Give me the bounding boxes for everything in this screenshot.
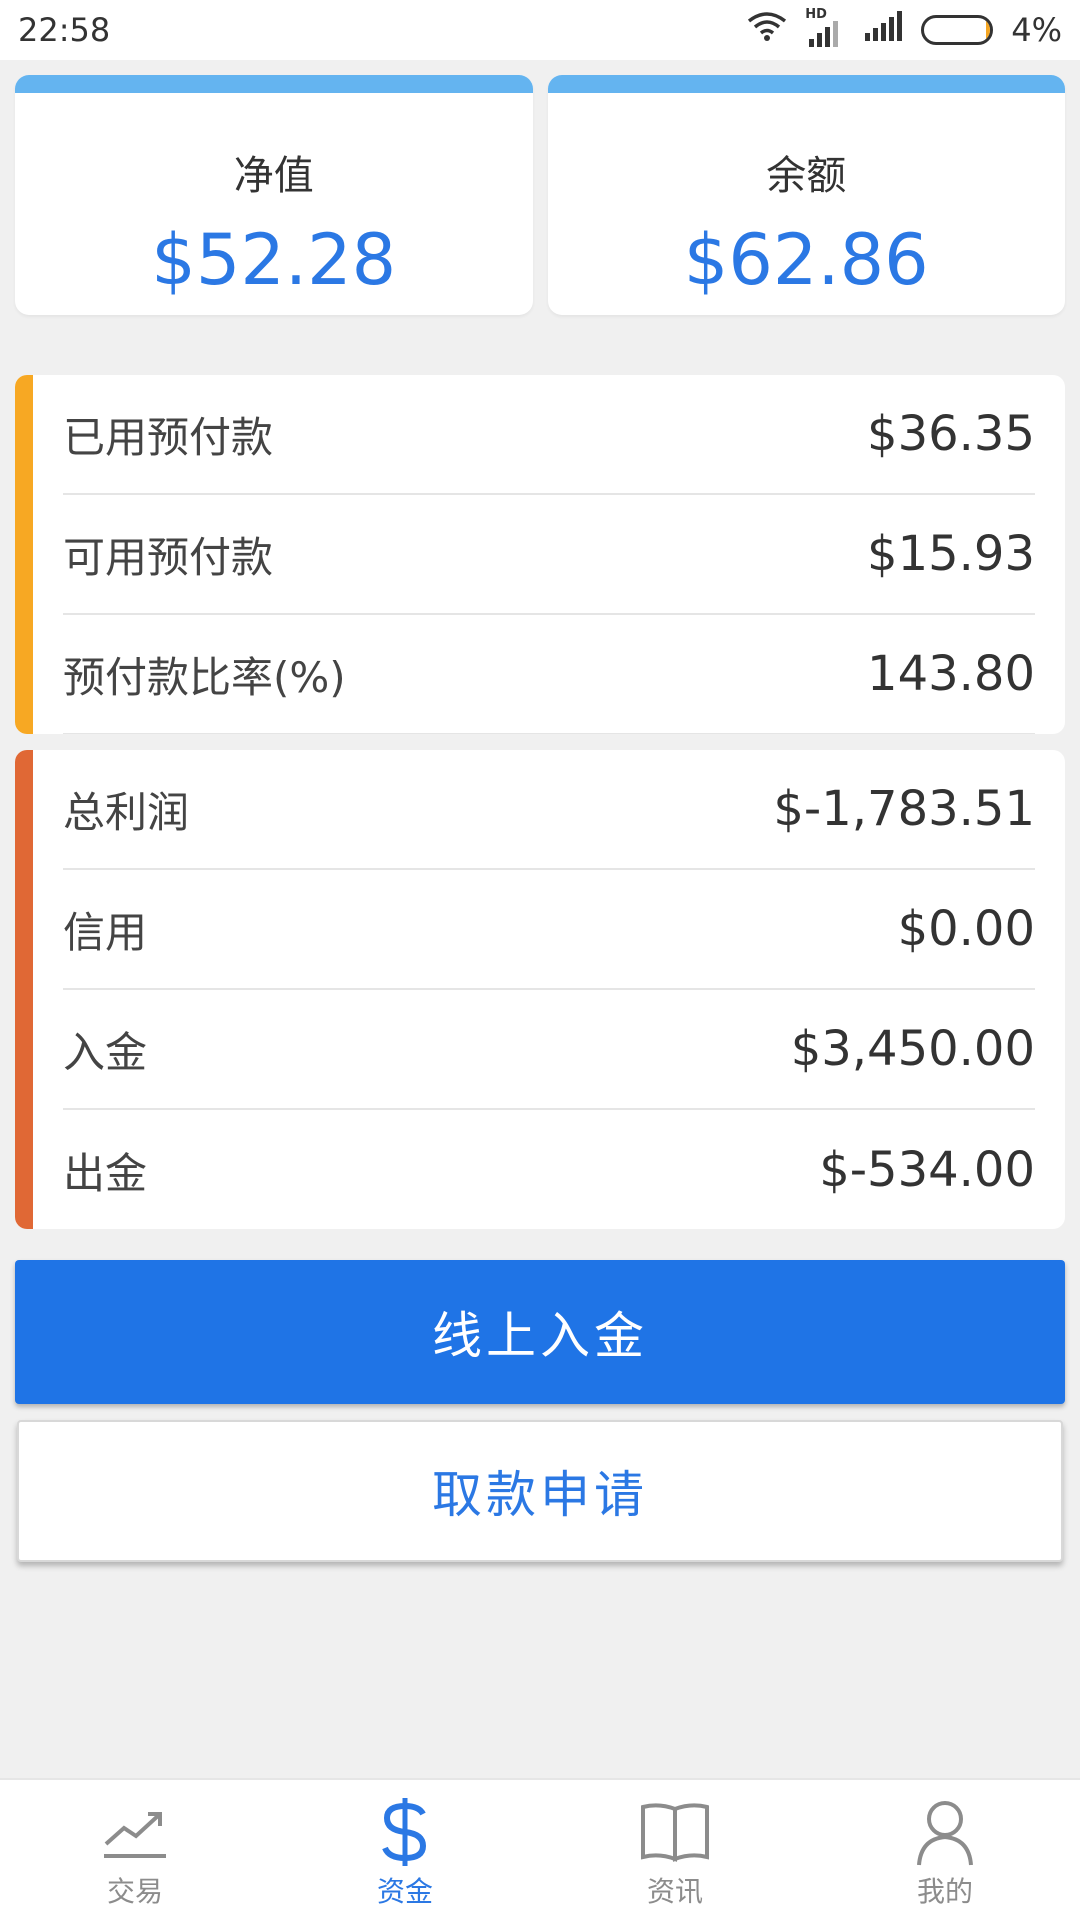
row-value: $15.93 (867, 526, 1035, 582)
balance-label: 余额 (766, 153, 847, 199)
balance-amount: $62.86 (683, 219, 929, 301)
net-value-label: 净值 (233, 153, 314, 199)
margin-group: 已用预付款 $36.35 可用预付款 $15.93 预付款比率(%) 143.8… (15, 375, 1065, 734)
list-item-credit: 信用 $0.00 (63, 870, 1035, 990)
group-accent-bar (15, 375, 33, 734)
row-value: $-534.00 (819, 1142, 1035, 1198)
bottom-tab-bar: 交易 资金 资讯 我的 (0, 1778, 1080, 1920)
status-icons: HD 4% (747, 7, 1062, 49)
dollar-icon (365, 1796, 445, 1868)
tab-trade[interactable]: 交易 (0, 1780, 270, 1920)
balance-card: 余额 $62.86 (547, 75, 1065, 315)
row-label: 信用 (63, 907, 148, 957)
list-item-total-profit: 总利润 $-1,783.51 (63, 750, 1035, 870)
tab-label: 资金 (376, 1875, 433, 1908)
tab-label: 交易 (106, 1875, 163, 1908)
row-label: 预付款比率(%) (63, 652, 346, 702)
funds-group: 总利润 $-1,783.51 信用 $0.00 入金 $3,450.00 出金 … (15, 750, 1065, 1229)
withdraw-request-button[interactable]: 取款申请 (17, 1420, 1063, 1562)
tab-label: 我的 (916, 1875, 973, 1908)
row-label: 总利润 (63, 787, 190, 837)
trend-chart-icon (95, 1796, 175, 1868)
row-value: $3,450.00 (790, 1021, 1035, 1077)
hd-signal-icon: HD (805, 7, 845, 47)
row-label: 可用预付款 (63, 532, 274, 582)
list-item-margin-level: 预付款比率(%) 143.80 (63, 615, 1035, 734)
row-value: 143.80 (867, 646, 1035, 702)
wifi-icon (747, 11, 787, 49)
row-value: $36.35 (867, 406, 1035, 462)
list-item-used-margin: 已用预付款 $36.35 (63, 375, 1035, 495)
card-topbar (15, 75, 533, 93)
tab-mine[interactable]: 我的 (810, 1780, 1080, 1920)
book-icon (635, 1796, 715, 1868)
tab-label: 资讯 (646, 1875, 703, 1908)
net-value-card: 净值 $52.28 (15, 75, 533, 315)
group-accent-bar (15, 750, 33, 1229)
row-value: $0.00 (897, 901, 1035, 957)
tab-news[interactable]: 资讯 (540, 1780, 810, 1920)
battery-icon (921, 15, 994, 45)
status-bar: 22:58 HD 4% (0, 0, 1080, 60)
list-item-free-margin: 可用预付款 $15.93 (63, 495, 1035, 615)
status-time: 22:58 (18, 11, 111, 49)
list-item-withdrawal: 出金 $-534.00 (63, 1110, 1035, 1229)
row-label: 出金 (63, 1148, 148, 1198)
net-value-amount: $52.28 (151, 219, 397, 301)
deposit-online-button[interactable]: 线上入金 (15, 1260, 1065, 1404)
user-icon (905, 1796, 985, 1868)
tab-funds[interactable]: 资金 (270, 1780, 540, 1920)
battery-percent: 4% (1011, 11, 1062, 49)
row-label: 已用预付款 (63, 412, 274, 462)
card-topbar (547, 75, 1065, 93)
battery-fill (986, 18, 991, 42)
row-label: 入金 (63, 1027, 148, 1077)
list-item-deposit: 入金 $3,450.00 (63, 990, 1035, 1110)
row-value: $-1,783.51 (773, 781, 1035, 837)
summary-cards: 净值 $52.28 余额 $62.86 (15, 75, 1065, 315)
signal-icon (863, 11, 903, 49)
